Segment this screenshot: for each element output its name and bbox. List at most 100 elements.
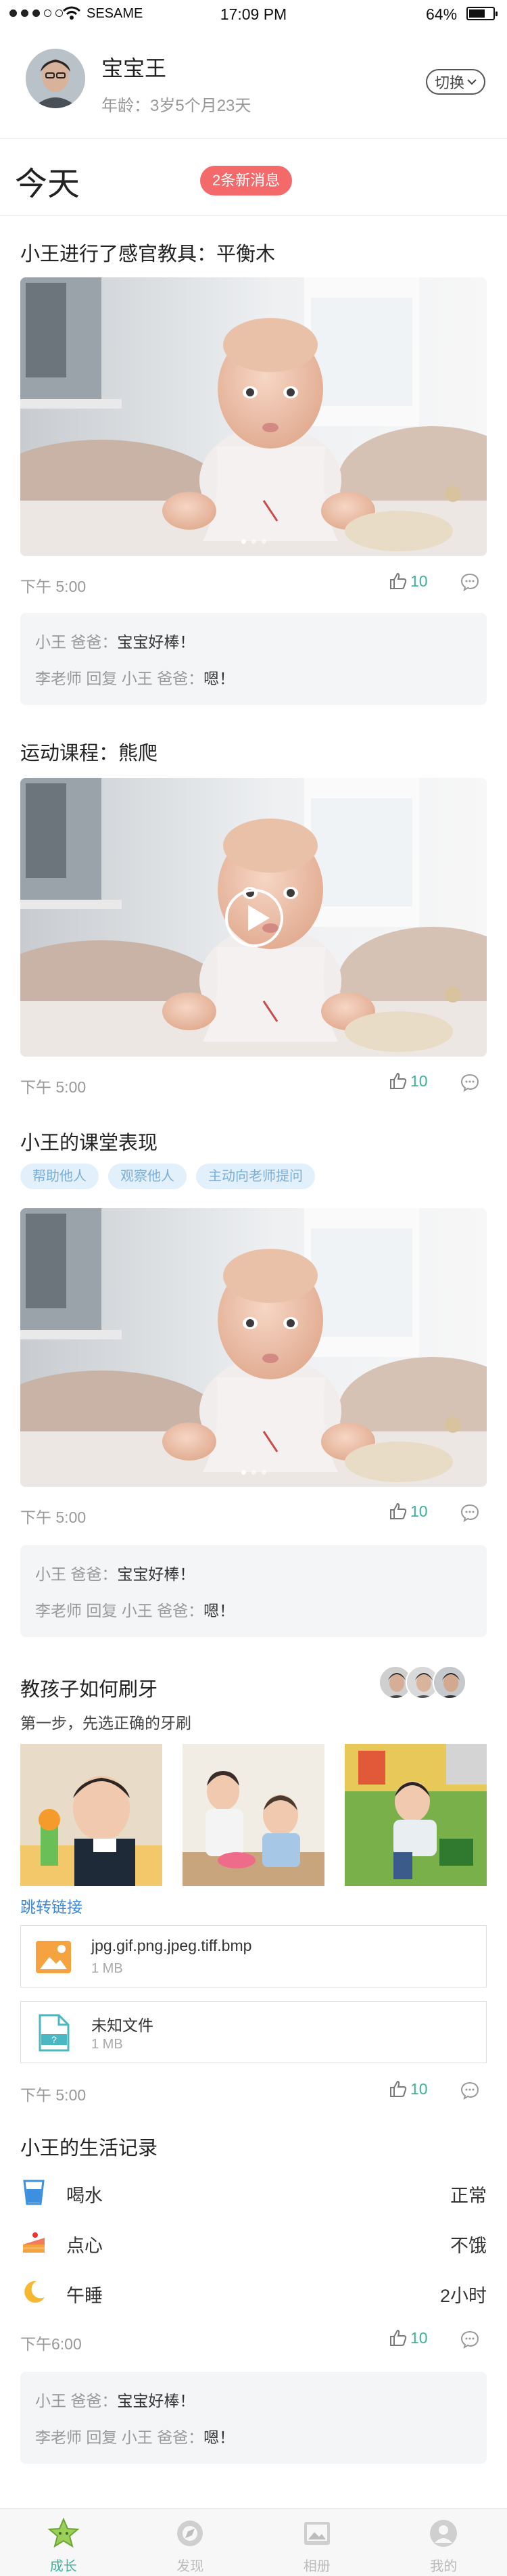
tag[interactable]: 帮助他人 [20,1164,99,1189]
tag[interactable]: 观察他人 [108,1164,187,1189]
comment[interactable]: 李老师 回复 小王 爸爸：嗯！ [35,1598,235,1621]
comment-icon[interactable] [460,572,480,591]
record-label: 午睡 [66,2286,103,2306]
new-messages-badge[interactable]: 2条新消息 [200,166,293,196]
comment[interactable]: 小王 爸爸：宝宝好棒！ [35,629,195,652]
moon-icon [24,2280,45,2303]
battery-percent: 64% [426,5,458,23]
file-size: 1 MB [91,1961,123,1976]
avatar [433,1665,466,1699]
post-time: 下午 5:00 [20,1078,87,1096]
comment-text: 嗯！ [203,670,235,687]
comment-icon[interactable] [460,2081,480,2100]
like-count: 10 [410,572,428,590]
svg-text:?: ? [51,2034,57,2045]
jump-link[interactable]: 跳转链接 [20,1894,82,1917]
comment-icon[interactable] [460,1503,480,1522]
comment-author: 李老师 回复 小王 爸爸： [35,1602,204,1619]
like-button[interactable]: 10 [389,2079,428,2098]
switch-button[interactable]: 切换 [426,69,485,95]
album-icon [304,2522,330,2545]
post-title: 小王的课堂表现 [20,1132,158,1154]
post-title: 教孩子如何刷牙 [20,1679,158,1701]
cake-icon [23,2232,45,2253]
post-photo[interactable] [20,277,487,556]
profile-icon [430,2520,458,2547]
status-bar: SESAME 17:09 PM 64% [0,0,507,27]
comment-text: 宝宝好棒！ [117,1565,195,1583]
thumbs-up-icon [390,572,407,589]
discover-icon [177,2521,203,2546]
photo-thumbnail[interactable] [345,1744,487,1886]
chevron-down-icon [467,79,477,85]
life-record-row: 喝水 正常 [20,2174,487,2208]
tab-album[interactable]: 相册 [254,2509,381,2576]
like-count: 10 [410,1502,428,1520]
post-time: 下午 5:00 [20,578,87,595]
record-value: 不饿 [450,2236,487,2256]
life-record-row: 午睡 2小时 [20,2274,487,2308]
comment[interactable]: 李老师 回复 小王 爸爸：嗯！ [35,2424,235,2447]
post-photo[interactable] [20,1208,487,1487]
water-cup-icon [23,2180,45,2205]
record-value: 2小时 [439,2286,487,2306]
tab-label: 我的 [430,2559,458,2574]
record-value: 正常 [450,2186,487,2206]
comment-text: 宝宝好棒！ [117,2392,195,2410]
post-time: 下午 5:00 [20,1509,87,1526]
tab-label: 发现 [176,2559,204,2574]
post-time: 下午 5:00 [20,2086,87,2104]
post-time: 下午6:00 [20,2335,82,2353]
comment-list: 小王 爸爸：宝宝好棒！ 李老师 回复 小王 爸爸：嗯！ [20,1545,487,1637]
post-video[interactable] [20,778,487,1057]
tab-growth[interactable]: 成长 [0,2509,127,2576]
like-count: 10 [410,2328,428,2347]
thumbs-up-icon [390,2329,407,2346]
tab-label: 成长 [49,2559,77,2574]
life-record-row: 点心 不饿 [20,2224,487,2258]
thumbs-up-icon [390,1502,407,1519]
comment-icon[interactable] [460,1073,480,1092]
like-button[interactable]: 10 [389,572,428,591]
carousel-indicator [20,1470,487,1475]
record-label: 点心 [66,2236,103,2256]
play-icon[interactable] [225,889,283,947]
comment-text: 宝宝好棒！ [117,633,195,651]
file-name: jpg.gif.png.jpeg.tiff.bmp [91,1937,252,1954]
avatar[interactable] [26,49,85,108]
divider [0,215,507,216]
comment[interactable]: 小王 爸爸：宝宝好棒！ [35,2388,195,2411]
post-subtitle: 第一步，先选正确的牙刷 [20,1714,191,1732]
file-attachment[interactable]: jpg.gif.png.jpeg.tiff.bmp 1 MB [20,1925,487,1987]
comment-author: 小王 爸爸： [35,633,118,651]
tab-me[interactable]: 我的 [381,2509,507,2576]
image-file-icon [36,1941,71,1973]
comment-author: 小王 爸爸： [35,2392,118,2410]
comment-list: 小王 爸爸：宝宝好棒！ 李老师 回复 小王 爸爸：嗯！ [20,2372,487,2464]
like-count: 10 [410,2079,428,2098]
tag[interactable]: 主动向老师提问 [196,1164,315,1189]
teacher-avatars[interactable] [379,1665,466,1699]
comment-icon[interactable] [460,2330,480,2349]
file-attachment[interactable]: ? 未知文件 1 MB [20,2001,487,2063]
photo-thumbnail[interactable] [20,1744,162,1886]
post-title: 小王的生活记录 [20,2138,158,2159]
file-name: 未知文件 [91,2017,153,2034]
unknown-file-icon: ? [39,2014,70,2052]
like-button[interactable]: 10 [389,2328,428,2347]
battery-icon [466,7,498,20]
photo-thumbnail[interactable] [183,1744,324,1886]
switch-label: 切换 [434,74,464,91]
tab-discover[interactable]: 发现 [127,2509,254,2576]
file-size: 1 MB [91,2037,123,2052]
comment[interactable]: 李老师 回复 小王 爸爸：嗯！ [35,666,235,689]
comment[interactable]: 小王 爸爸：宝宝好棒！ [35,1561,195,1584]
like-button[interactable]: 10 [389,1072,428,1090]
profile-header: 宝宝王 年龄：3岁5个月23天 切换 [0,27,507,139]
comment-list: 小王 爸爸：宝宝好棒！ 李老师 回复 小王 爸爸：嗯！ [20,613,487,705]
record-label: 喝水 [66,2186,103,2206]
comment-author: 小王 爸爸： [35,1565,118,1583]
comment-author: 李老师 回复 小王 爸爸： [35,670,204,687]
child-age: 年龄：3岁5个月23天 [101,97,251,115]
like-button[interactable]: 10 [389,1502,428,1521]
